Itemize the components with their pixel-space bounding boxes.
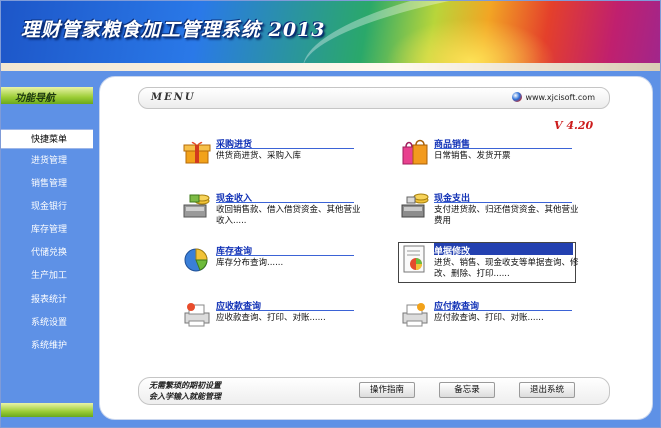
module-desc: 支付进货款、归还借贷资金、其他营业费用: [434, 205, 579, 226]
nav-bottom-bar: [1, 403, 93, 417]
footer-bar: 无需繁琐的期初设置 会入学输入就能管理 操作指南 备忘录 退出系统: [138, 377, 610, 405]
nav-header: 功能导航: [1, 87, 93, 104]
module-underline: [216, 148, 354, 149]
main-panel: MENU www.xjcisoft.com V 4.20 采购进货 供货商进货、…: [99, 76, 653, 420]
main-area: MENU www.xjcisoft.com V 4.20 采购进货 供货商进货、…: [93, 71, 660, 427]
module-receivable[interactable]: 应收款查询 应收款查询、打印、对账......: [182, 299, 362, 343]
shopping-bags-icon: [402, 139, 428, 165]
module-desc: 供货商进货、采购入库: [216, 151, 302, 161]
operation-guide-button[interactable]: 操作指南: [359, 382, 415, 398]
nav-item-purchase[interactable]: 进货管理: [1, 151, 93, 171]
payable-printer-icon: [402, 303, 428, 327]
module-cash-income[interactable]: 现金收入 收回销售款、借入借贷资金、其他营业收入.....: [182, 191, 362, 235]
module-desc: 收回销售款、借入借贷资金、其他营业收入.....: [216, 205, 361, 226]
module-underline: [434, 148, 572, 149]
website-url: www.xjcisoft.com: [525, 93, 595, 102]
nav-item-settings[interactable]: 系统设置: [1, 313, 93, 333]
module-underline: [434, 202, 572, 203]
nav-item-inventory[interactable]: 库存管理: [1, 220, 93, 240]
banner-stripe: [1, 63, 660, 71]
left-nav: 功能导航 快捷菜单 进货管理 销售管理 现金银行 库存管理 代储兑换 生产加工 …: [1, 71, 93, 427]
exit-system-button[interactable]: 退出系统: [519, 382, 575, 398]
purchase-gift-icon: [183, 141, 211, 164]
module-desc: 应收款查询、打印、对账......: [216, 313, 326, 323]
menu-bar: MENU www.xjcisoft.com: [138, 87, 610, 109]
nav-item-production[interactable]: 生产加工: [1, 266, 93, 286]
module-purchase[interactable]: 采购进货 供货商进货、采购入库: [182, 137, 362, 181]
receivable-printer-icon: [184, 303, 210, 327]
document-chart-icon: [403, 245, 425, 273]
module-desc: 库存分布查询......: [216, 258, 284, 268]
module-underline: [216, 255, 354, 256]
footer-tip: 无需繁琐的期初设置 会入学输入就能管理: [149, 380, 221, 402]
nav-item-quick-menu[interactable]: 快捷菜单: [1, 129, 93, 149]
module-desc: 应付款查询、打印、对账......: [434, 313, 544, 323]
footer-tip-line1: 无需繁琐的期初设置: [149, 380, 221, 390]
nav-item-storage-exchange[interactable]: 代储兑换: [1, 243, 93, 263]
nav-item-reports[interactable]: 报表统计: [1, 290, 93, 310]
nav-item-maintenance[interactable]: 系统维护: [1, 336, 93, 356]
memo-button[interactable]: 备忘录: [439, 382, 495, 398]
module-underline: [216, 310, 354, 311]
globe-logo-icon: [512, 92, 523, 102]
banner: 理财管家粮食加工管理系统 2013: [1, 1, 660, 130]
version-label: V 4.20: [554, 119, 594, 132]
module-sales[interactable]: 商品销售 日常销售、发货开票: [400, 137, 580, 181]
app-window: 理财管家粮食加工管理系统 2013 功能导航 快捷菜单 进货管理 销售管理 现金…: [0, 0, 661, 428]
module-underline: [434, 310, 572, 311]
nav-item-sales[interactable]: 销售管理: [1, 174, 93, 194]
cash-income-icon: [183, 194, 210, 218]
pie-chart-icon: [184, 248, 208, 272]
module-payable[interactable]: 应付款查询 应付款查询、打印、对账......: [400, 299, 580, 343]
module-document-edit[interactable]: 单据修改 进货、销售、现金收支等单据查询、修改、删除、打印......: [398, 242, 580, 288]
module-title: 单据修改: [434, 247, 471, 257]
module-underline: [216, 202, 354, 203]
nav-header-label: 功能导航: [15, 93, 55, 104]
footer-tip-line2: 会入学输入就能管理: [149, 391, 221, 401]
website-link[interactable]: www.xjcisoft.com: [512, 92, 595, 102]
module-desc: 日常销售、发货开票: [434, 151, 511, 161]
module-cash-expense[interactable]: 现金支出 支付进货款、归还借贷资金、其他营业费用: [400, 191, 580, 235]
module-desc: 进货、销售、现金收支等单据查询、修改、删除、打印......: [434, 258, 579, 279]
cash-expense-icon: [401, 193, 429, 218]
app-title: 理财管家粮食加工管理系统 2013: [21, 19, 326, 41]
nav-item-cash-bank[interactable]: 现金银行: [1, 197, 93, 217]
module-inventory-query[interactable]: 库存查询 库存分布查询......: [182, 244, 362, 288]
menu-label: MENU: [151, 92, 196, 103]
